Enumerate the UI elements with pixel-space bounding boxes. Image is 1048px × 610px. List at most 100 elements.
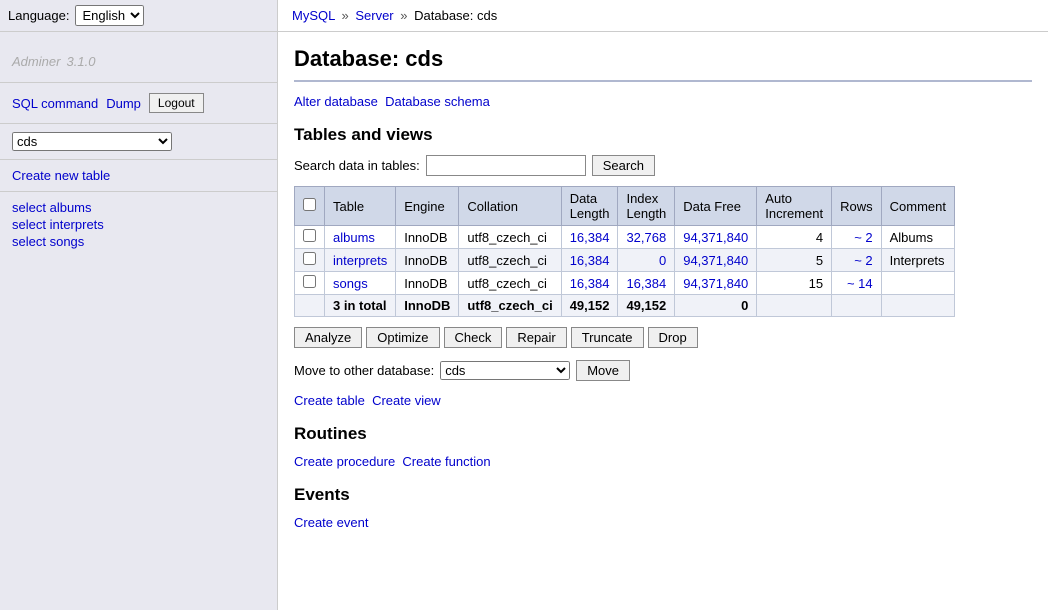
alter-database-link[interactable]: Alter database: [294, 94, 378, 109]
create-table-link[interactable]: Create table: [294, 393, 365, 408]
col-collation: Collation: [459, 187, 561, 226]
table-name-cell: albums: [325, 226, 396, 249]
engine-cell: InnoDB: [396, 249, 459, 272]
search-input[interactable]: [426, 155, 586, 176]
interprets-data-free-link[interactable]: 94,371,840: [683, 253, 748, 268]
breadcrumb-server[interactable]: Server: [355, 8, 393, 23]
select-interprets-link[interactable]: select: [12, 217, 46, 232]
col-engine: Engine: [396, 187, 459, 226]
col-rows: Rows: [832, 187, 882, 226]
tables-table: Table Engine Collation DataLength IndexL…: [294, 186, 955, 317]
select-songs-link[interactable]: select: [12, 234, 46, 249]
create-new-table-link[interactable]: Create new table: [12, 168, 110, 183]
list-item: select interprets: [12, 217, 265, 232]
move-bar: Move to other database: cds Move: [294, 360, 1032, 381]
interprets-table-link[interactable]: interprets: [333, 253, 387, 268]
albums-data-free-link[interactable]: 94,371,840: [683, 230, 748, 245]
albums-rows-link[interactable]: ~ 2: [854, 230, 872, 245]
search-label: Search data in tables:: [294, 158, 420, 173]
db-links: Alter database Database schema: [294, 94, 1032, 109]
comment-cell: Interprets: [881, 249, 954, 272]
total-comment-cell: [881, 295, 954, 317]
optimize-button[interactable]: Optimize: [366, 327, 439, 348]
songs-table-link[interactable]: songs: [333, 276, 368, 291]
row-checkbox-cell: [295, 249, 325, 272]
interprets-index-length-link[interactable]: 0: [659, 253, 666, 268]
songs-data-free-link[interactable]: 94,371,840: [683, 276, 748, 291]
breadcrumb: MySQL » Server » Database: cds: [278, 0, 1048, 32]
create-event-link[interactable]: Create event: [294, 515, 368, 530]
index-length-cell: 32,768: [618, 226, 675, 249]
breadcrumb-mysql[interactable]: MySQL: [292, 8, 335, 23]
collation-cell: utf8_czech_ci: [459, 249, 561, 272]
create-table-section: Create new table: [0, 160, 277, 192]
search-button[interactable]: Search: [592, 155, 655, 176]
language-select[interactable]: English: [75, 5, 144, 26]
list-item: select albums: [12, 200, 265, 215]
total-data-free-cell: 0: [675, 295, 757, 317]
total-label-cell: 3 in total: [325, 295, 396, 317]
app-title: Adminer 3.1.0: [0, 32, 277, 83]
drop-button[interactable]: Drop: [648, 327, 698, 348]
albums-index-length-link[interactable]: 32,768: [626, 230, 666, 245]
routine-links: Create procedure Create function: [294, 454, 1032, 469]
total-auto-increment-cell: [757, 295, 832, 317]
auto-increment-cell: 4: [757, 226, 832, 249]
page-title: Database: cds: [294, 46, 1032, 82]
row-checkbox[interactable]: [303, 252, 316, 265]
row-checkbox[interactable]: [303, 229, 316, 242]
db-select-bar: cds: [0, 124, 277, 160]
interprets-rows-link[interactable]: ~ 2: [854, 253, 872, 268]
index-length-cell: 0: [618, 249, 675, 272]
repair-button[interactable]: Repair: [506, 327, 566, 348]
interprets-data-length-link[interactable]: 16,384: [570, 253, 610, 268]
table-row: albums InnoDB utf8_czech_ci 16,384 32,76…: [295, 226, 955, 249]
engine-cell: InnoDB: [396, 272, 459, 295]
songs-link[interactable]: songs: [50, 234, 85, 249]
search-bar: Search data in tables: Search: [294, 155, 1032, 176]
logout-button[interactable]: Logout: [149, 93, 204, 113]
events-title: Events: [294, 485, 1032, 505]
check-button[interactable]: Check: [444, 327, 503, 348]
sidebar: Language: English Adminer 3.1.0 SQL comm…: [0, 0, 278, 610]
tables-section-title: Tables and views: [294, 125, 1032, 145]
songs-data-length-link[interactable]: 16,384: [570, 276, 610, 291]
language-label: Language:: [8, 8, 69, 23]
albums-table-link[interactable]: albums: [333, 230, 375, 245]
language-bar: Language: English: [0, 0, 277, 32]
col-table: Table: [325, 187, 396, 226]
sql-command-link[interactable]: SQL command: [12, 96, 98, 111]
create-function-link[interactable]: Create function: [402, 454, 490, 469]
create-view-link[interactable]: Create view: [372, 393, 441, 408]
create-procedure-link[interactable]: Create procedure: [294, 454, 395, 469]
truncate-button[interactable]: Truncate: [571, 327, 644, 348]
auto-increment-cell: 15: [757, 272, 832, 295]
database-schema-link[interactable]: Database schema: [385, 94, 490, 109]
data-free-cell: 94,371,840: [675, 226, 757, 249]
total-row: 3 in total InnoDB utf8_czech_ci 49,152 4…: [295, 295, 955, 317]
dump-link[interactable]: Dump: [106, 96, 141, 111]
songs-rows-link[interactable]: ~ 14: [847, 276, 873, 291]
interprets-link[interactable]: interprets: [50, 217, 104, 232]
songs-index-length-link[interactable]: 16,384: [626, 276, 666, 291]
check-all-checkbox[interactable]: [303, 198, 316, 211]
table-list: select albums select interprets select s…: [0, 192, 277, 259]
select-albums-link[interactable]: select: [12, 200, 46, 215]
total-data-length-cell: 49,152: [561, 295, 618, 317]
table-row: interprets InnoDB utf8_czech_ci 16,384 0…: [295, 249, 955, 272]
table-row: songs InnoDB utf8_czech_ci 16,384 16,384…: [295, 272, 955, 295]
albums-link[interactable]: albums: [50, 200, 92, 215]
move-label: Move to other database:: [294, 363, 434, 378]
data-free-cell: 94,371,840: [675, 249, 757, 272]
table-name-cell: interprets: [325, 249, 396, 272]
move-db-select[interactable]: cds: [440, 361, 570, 380]
col-auto-increment: AutoIncrement: [757, 187, 832, 226]
albums-data-length-link[interactable]: 16,384: [570, 230, 610, 245]
analyze-button[interactable]: Analyze: [294, 327, 362, 348]
data-length-cell: 16,384: [561, 226, 618, 249]
move-button[interactable]: Move: [576, 360, 630, 381]
arrow-icon: »: [400, 8, 407, 23]
row-checkbox[interactable]: [303, 275, 316, 288]
db-select[interactable]: cds: [12, 132, 172, 151]
event-links: Create event: [294, 515, 1032, 530]
